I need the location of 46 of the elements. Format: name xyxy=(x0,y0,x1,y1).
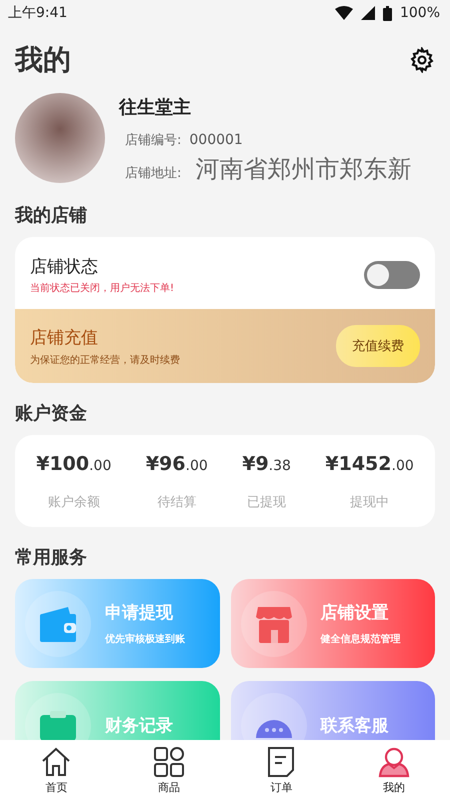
amount: ¥96.00 xyxy=(146,453,208,475)
status-time: 上午9:41 xyxy=(8,4,68,22)
section-title: 账户资金 xyxy=(15,402,88,425)
amount-label: 提现中 xyxy=(350,494,390,511)
service-subtitle: 优先审核极速到账 xyxy=(105,632,185,646)
service-subtitle: 健全信息规范管理 xyxy=(320,632,400,646)
home-icon xyxy=(40,746,72,778)
nav-tab[interactable]: 商品 xyxy=(138,746,199,794)
service-title: 申请提现 xyxy=(105,602,174,624)
service-title: 联系客服 xyxy=(320,715,388,737)
info-label: 店铺地址: xyxy=(125,165,182,182)
recharge-button[interactable]: 充值续费 xyxy=(336,325,420,367)
amount-label: 账户余额 xyxy=(48,494,100,511)
amount: ¥100.00 xyxy=(36,453,112,475)
battery-percent: 100% xyxy=(400,5,440,21)
battery-icon xyxy=(382,6,392,20)
amount-label: 已提现 xyxy=(247,494,286,511)
nav-tab[interactable]: 首页 xyxy=(26,746,86,794)
recharge-title: 店铺充值 xyxy=(30,326,99,348)
shop-id: 000001 xyxy=(189,132,243,148)
signal-icon xyxy=(360,6,375,20)
recharge-note: 为保证您的正常经营，请及时续费 xyxy=(30,354,180,366)
shop-address: 河南省郑州市郑东新 xyxy=(195,154,412,185)
section-title: 我的店铺 xyxy=(15,204,88,227)
settings-icon[interactable] xyxy=(409,47,435,73)
service-title: 财务记录 xyxy=(105,715,173,737)
clipboard-icon xyxy=(40,710,76,740)
info-label: 店铺编号: xyxy=(125,132,182,149)
document-icon xyxy=(267,746,296,778)
amount: ¥9.38 xyxy=(242,453,291,475)
shop-toggle[interactable] xyxy=(364,261,420,289)
nav-tab[interactable]: 我的 xyxy=(364,746,424,794)
amount: ¥1452.00 xyxy=(325,453,414,475)
nav-tab[interactable]: 订单 xyxy=(251,746,312,794)
wallet-icon xyxy=(38,606,78,642)
service-title: 店铺设置 xyxy=(320,602,390,624)
status-note: 当前状态已关闭，用户无法下单! xyxy=(30,282,174,295)
amount-label: 待结算 xyxy=(157,494,196,511)
page-title: 我的 xyxy=(15,42,71,78)
wifi-icon xyxy=(334,6,353,20)
grid-icon xyxy=(152,746,185,778)
person-icon xyxy=(378,746,410,778)
section-title: 常用服务 xyxy=(15,546,88,569)
status-title: 店铺状态 xyxy=(30,256,99,278)
store-icon xyxy=(254,604,294,642)
shop-name: 往生堂主 xyxy=(119,96,192,119)
